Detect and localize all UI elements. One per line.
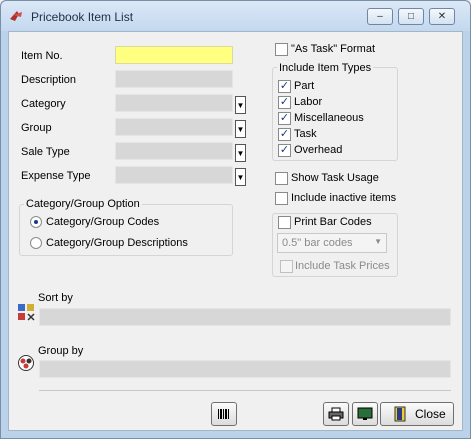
item-types-title: Include Item Types [277,62,374,74]
item-no-input[interactable] [115,46,233,64]
chevron-down-icon: ▼ [236,173,245,182]
radio-category-group-descriptions[interactable] [30,237,42,249]
part-label: Part [294,80,315,92]
chevron-down-icon: ▼ [236,149,245,158]
expense-type-input[interactable] [115,166,233,184]
monitor-icon [357,407,373,420]
expense-type-label: Expense Type [21,170,91,182]
title-bar[interactable]: Pricebook Item List – □ ✕ [1,1,470,31]
bar-code-size-value: 0.5" bar codes [282,237,353,249]
category-label: Category [21,98,66,110]
dialog-body: Item No. Description Category ▼ Group ▼ … [8,31,463,431]
miscellaneous-label: Miscellaneous [294,112,364,124]
expense-type-dropdown-button[interactable]: ▼ [235,168,246,186]
part-checkbox[interactable]: ✓ [278,80,291,93]
barcode-button[interactable] [211,402,237,426]
sort-by-field[interactable] [39,308,451,326]
group-input[interactable] [115,118,233,136]
close-icon: ✕ [437,11,447,22]
task-label: Task [294,128,317,140]
as-task-label: "As Task" Format [291,43,376,55]
sale-type-dropdown-button[interactable]: ▼ [235,144,246,162]
labor-label: Labor [294,96,323,108]
labor-checkbox[interactable]: ✓ [278,96,291,109]
maximize-button[interactable]: □ [398,8,424,25]
description-label: Description [21,74,77,86]
close-button[interactable]: Close [380,402,454,426]
group-by-field[interactable] [39,360,451,378]
item-no-label: Item No. [21,50,63,62]
group-by-label: Group by [38,345,84,357]
maximize-icon: □ [407,11,415,22]
close-window-button[interactable]: ✕ [429,8,455,25]
group-icon[interactable] [17,354,35,372]
as-task-checkbox[interactable] [275,43,288,56]
overhead-label: Overhead [294,144,343,156]
footer-divider [39,390,451,391]
category-group-descriptions-label: Category/Group Descriptions [46,237,188,249]
print-button[interactable] [323,402,349,426]
close-button-label: Close [415,407,446,421]
chevron-down-icon: ▼ [236,101,245,110]
include-inactive-label: Include inactive items [291,192,397,204]
barcode-icon [218,409,229,419]
preview-button[interactable] [352,402,378,426]
bar-code-size-select[interactable]: 0.5" bar codes ▼ [277,233,387,253]
radio-category-group-codes[interactable] [30,216,42,228]
minimize-button[interactable]: – [367,8,393,25]
task-checkbox[interactable]: ✓ [278,128,291,141]
sort-by-label: Sort by [38,292,73,304]
show-task-usage-checkbox[interactable] [275,172,288,185]
category-group-codes-label: Category/Group Codes [46,216,160,228]
radio-selected-dot [34,220,38,224]
category-group-option-title: Category/Group Option [24,198,142,210]
pricebook-window: Pricebook Item List – □ ✕ Item No. Descr… [0,0,471,439]
door-exit-icon [394,406,406,422]
include-task-prices-checkbox[interactable] [280,260,293,273]
print-bar-codes-checkbox[interactable] [278,216,291,229]
show-task-usage-label: Show Task Usage [291,172,379,184]
include-inactive-checkbox[interactable] [275,192,288,205]
app-icon [10,11,22,21]
print-bar-codes-label: Print Bar Codes [294,216,372,228]
chevron-down-icon: ▼ [374,237,382,246]
overhead-checkbox[interactable]: ✓ [278,144,291,157]
chevron-down-icon: ▼ [236,125,245,134]
sale-type-input[interactable] [115,142,233,160]
minimize-icon: – [377,11,383,22]
miscellaneous-checkbox[interactable]: ✓ [278,112,291,125]
group-label: Group [21,122,52,134]
description-input[interactable] [115,70,233,88]
window-title: Pricebook Item List [31,10,134,24]
include-task-prices-label: Include Task Prices [295,260,390,272]
category-input[interactable] [115,94,233,112]
sort-icon[interactable] [17,303,35,321]
category-dropdown-button[interactable]: ▼ [235,96,246,114]
sale-type-label: Sale Type [21,146,70,158]
group-dropdown-button[interactable]: ▼ [235,120,246,138]
printer-icon [328,407,344,421]
